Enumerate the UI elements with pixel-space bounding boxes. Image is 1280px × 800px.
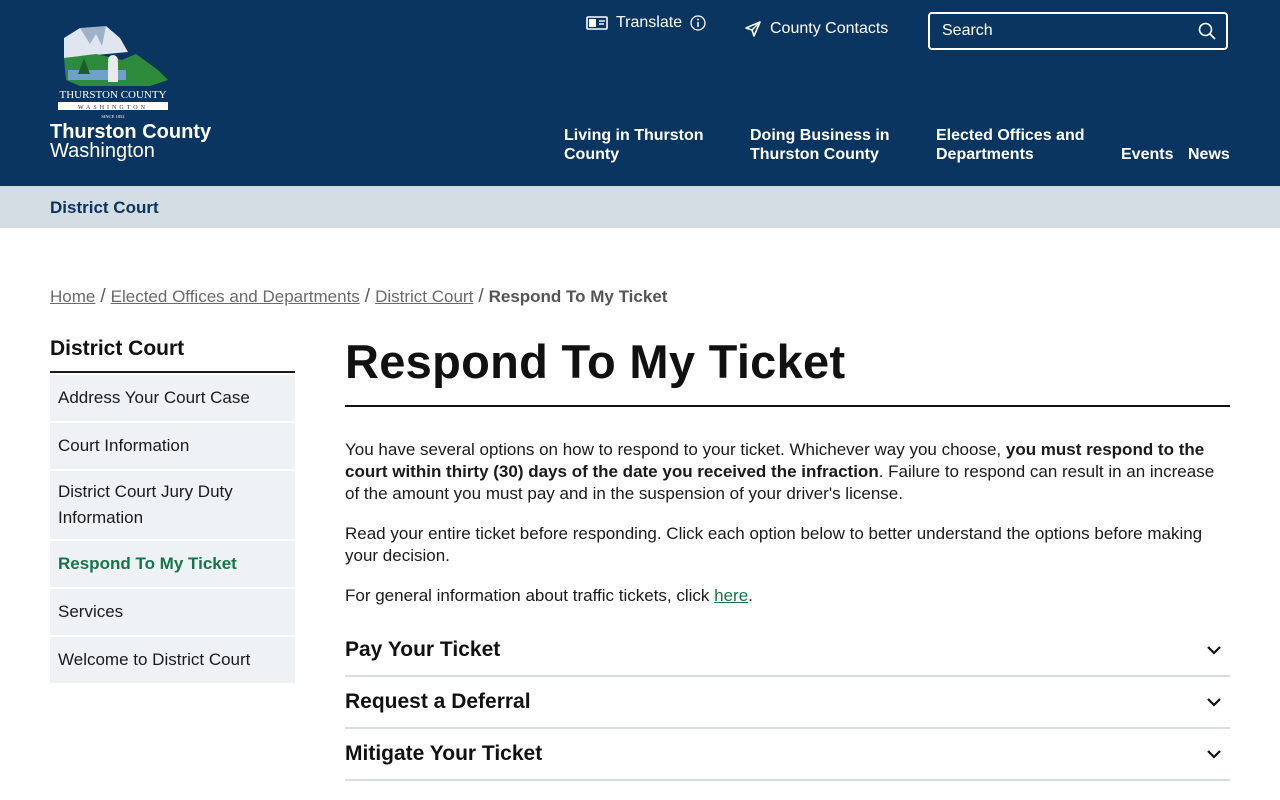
accordion-label: Pay Your Ticket: [345, 638, 501, 661]
accordion-pay-your-ticket[interactable]: Pay Your Ticket: [345, 625, 1230, 677]
county-logo[interactable]: THURSTON COUNTY WASHINGTON SINCE 1852: [50, 24, 176, 120]
main-nav: Living in Thurston County Doing Business…: [0, 126, 1280, 166]
sidebar-item-jury-duty[interactable]: District Court Jury Duty Information: [50, 471, 295, 539]
svg-text:SINCE 1852: SINCE 1852: [101, 114, 124, 119]
intro-paragraph-3-end: .: [748, 586, 753, 605]
site-header: THURSTON COUNTY WASHINGTON SINCE 1852 Th…: [0, 0, 1280, 186]
nav-doing-business[interactable]: Doing Business in Thurston County: [750, 126, 890, 164]
sidebar-item-welcome[interactable]: Welcome to District Court: [50, 637, 295, 683]
nav-news[interactable]: News: [1188, 145, 1230, 164]
accordion-label: Request a Deferral: [345, 690, 531, 713]
department-link[interactable]: District Court: [50, 198, 159, 218]
breadcrumb-separator: /: [478, 286, 484, 307]
nav-elected-offices[interactable]: Elected Offices and Departments: [936, 126, 1085, 164]
options-accordion: Pay Your Ticket Request a Deferral Mitig…: [345, 625, 1230, 781]
svg-text:WASHINGTON: WASHINGTON: [78, 105, 148, 111]
translate-button[interactable]: Translate: [586, 14, 706, 32]
accordion-mitigate-ticket[interactable]: Mitigate Your Ticket: [345, 729, 1230, 781]
search-box: [928, 12, 1228, 50]
sidebar-item-services[interactable]: Services: [50, 589, 295, 635]
sidebar-item-address-your-court-case[interactable]: Address Your Court Case: [50, 375, 295, 421]
intro-paragraph-1-start: You have several options on how to respo…: [345, 440, 1006, 459]
intro-paragraph-1: You have several options on how to respo…: [345, 439, 1230, 505]
county-contacts-link[interactable]: County Contacts: [744, 20, 888, 38]
intro-text: You have several options on how to respo…: [345, 439, 1230, 607]
main-content: Respond To My Ticket You have several op…: [345, 334, 1230, 781]
intro-paragraph-3-start: For general information about traffic ti…: [345, 586, 715, 605]
svg-text:THURSTON COUNTY: THURSTON COUNTY: [59, 89, 166, 101]
intro-paragraph-3: For general information about traffic ti…: [345, 585, 1230, 607]
breadcrumb-home[interactable]: Home: [50, 287, 95, 307]
sidebar-title: District Court: [50, 337, 295, 373]
translate-icon: [586, 16, 608, 30]
info-icon: [690, 15, 706, 31]
traffic-tickets-link[interactable]: here: [714, 586, 748, 605]
chevron-down-icon: [1207, 646, 1221, 655]
county-seal-icon: THURSTON COUNTY WASHINGTON SINCE 1852: [58, 26, 168, 119]
breadcrumb-elected-offices[interactable]: Elected Offices and Departments: [111, 287, 360, 307]
sidebar-list: Address Your Court Case Court Informatio…: [50, 375, 295, 683]
nav-events[interactable]: Events: [1121, 145, 1173, 164]
sidebar-item-respond-to-my-ticket[interactable]: Respond To My Ticket: [50, 541, 295, 587]
sidebar: District Court Address Your Court Case C…: [50, 337, 295, 683]
county-contacts-label: County Contacts: [770, 20, 889, 37]
page-title: Respond To My Ticket: [345, 334, 1230, 407]
breadcrumb-separator: /: [364, 286, 371, 307]
paper-plane-icon: [745, 21, 761, 37]
search-icon[interactable]: [1198, 22, 1216, 40]
breadcrumb: Home / Elected Offices and Departments /…: [50, 286, 667, 308]
nav-living-in-thurston[interactable]: Living in Thurston County: [564, 126, 704, 164]
search-input[interactable]: [942, 22, 1198, 40]
breadcrumb-district-court[interactable]: District Court: [375, 287, 473, 307]
chevron-down-icon: [1207, 750, 1221, 759]
breadcrumb-current: Respond To My Ticket: [488, 287, 668, 306]
accordion-label: Mitigate Your Ticket: [345, 742, 543, 765]
sidebar-item-court-information[interactable]: Court Information: [50, 423, 295, 469]
chevron-down-icon: [1207, 698, 1221, 707]
breadcrumb-separator: /: [100, 286, 106, 307]
intro-paragraph-2: Read your entire ticket before respondin…: [345, 524, 1203, 565]
accordion-request-deferral[interactable]: Request a Deferral: [345, 677, 1230, 729]
department-bar: District Court: [0, 186, 1280, 228]
translate-label: Translate: [616, 14, 683, 31]
